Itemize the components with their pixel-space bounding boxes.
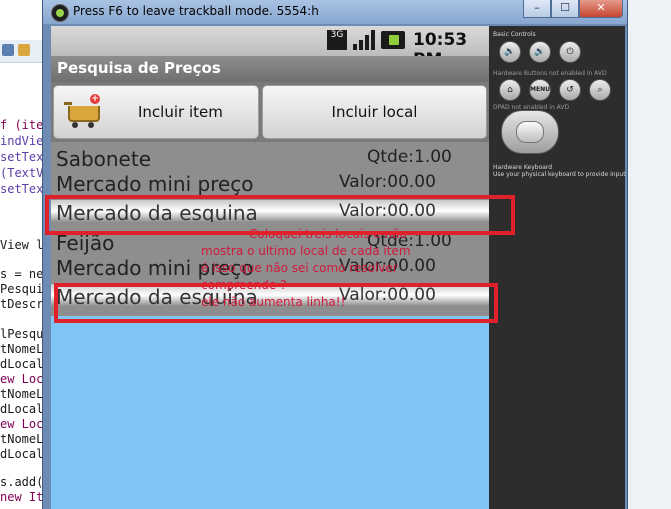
code-line: dLocal <box>0 402 44 416</box>
network-3g-icon: 3G <box>327 30 347 50</box>
window-title: Press F6 to leave trackball mode. 5554:h <box>73 4 319 18</box>
toolbar-icon[interactable] <box>18 44 30 56</box>
code-line: dLocal <box>0 357 44 371</box>
keyboard-heading: Hardware Keyboard <box>493 164 553 171</box>
code-line: lPesqu <box>0 327 44 341</box>
code-line: tNomeL <box>0 342 44 356</box>
code-line: dLocal <box>0 447 44 461</box>
code-line: indVie <box>0 134 44 148</box>
annotation-box <box>45 195 515 235</box>
include-item-label: Incluir item <box>138 103 223 121</box>
code-line: Pesqui <box>0 282 44 296</box>
window-controls: – ☐ ✕ <box>523 0 623 18</box>
list-item[interactable]: Sabonete Qtde:1.00 <box>51 146 489 172</box>
annotation-line: é isso que não sei como resolver <box>201 261 398 275</box>
battery-icon <box>381 31 405 49</box>
toolbar-icon[interactable] <box>2 44 14 56</box>
code-line: tNomeL <box>0 432 44 446</box>
code-line: (TextV <box>0 166 44 180</box>
emulator-app-icon <box>51 4 69 22</box>
annotation-box <box>54 283 498 323</box>
annotation-line: mostra o ultimo local de cada item <box>201 244 411 258</box>
cart-add-icon: + <box>64 94 102 128</box>
desktop-background <box>623 0 671 509</box>
status-bar: 3G 10:53 PM <box>51 26 489 70</box>
back-icon[interactable]: ↺ <box>559 79 581 101</box>
maximize-button[interactable]: ☐ <box>551 0 579 18</box>
basic-controls-heading: Basic Controls <box>493 31 536 38</box>
dpad-control[interactable] <box>501 110 559 154</box>
close-button[interactable]: ✕ <box>579 0 623 18</box>
code-line: s.add( <box>0 475 44 489</box>
home-icon[interactable]: ⌂ <box>499 79 521 101</box>
app-title-bar: Pesquisa de Preços <box>51 56 489 82</box>
code-line: tNomeL <box>0 387 44 401</box>
code-line: tDescr <box>0 297 44 311</box>
search-icon[interactable]: ⌕ <box>589 79 611 101</box>
keyboard-note: Use your physical keyboard to provide in… <box>493 171 626 178</box>
ide-toolbar <box>0 40 48 63</box>
app-title: Pesquisa de Preços <box>57 59 221 77</box>
code-line: ew Loc <box>0 417 44 431</box>
local-name: Mercado mini preço <box>56 172 254 196</box>
action-buttons: + Incluir item Incluir local <box>51 82 489 142</box>
volume-down-button[interactable]: 🔉 <box>499 41 521 63</box>
include-local-label: Incluir local <box>331 103 418 121</box>
local-row: Mercado mini preço Valor:00.00 <box>51 171 489 197</box>
menu-button[interactable]: MENU <box>529 79 551 101</box>
code-line: View l <box>0 238 44 252</box>
window-titlebar[interactable]: Press F6 to leave trackball mode. 5554:h… <box>43 0 627 24</box>
signal-icon <box>353 30 375 50</box>
code-line: s = ne <box>0 267 44 281</box>
code-line: ew Loc <box>0 372 44 386</box>
code-line: f (ite <box>0 118 44 132</box>
code-line: new It <box>0 490 44 504</box>
include-local-button[interactable]: Incluir local <box>262 85 487 139</box>
code-line: setTex <box>0 182 44 196</box>
include-item-button[interactable]: + Incluir item <box>53 85 259 139</box>
local-value: Valor:00.00 <box>339 172 436 192</box>
minimize-button[interactable]: – <box>523 0 551 18</box>
emulator-controls: Basic Controls 🔉 🔊 ⏻ Hardware Buttons no… <box>489 26 626 509</box>
dpad-center-button[interactable] <box>516 121 544 143</box>
ide-background: f (ite indVie setTex (TextV setTex View … <box>0 0 48 509</box>
item-quantity: Qtde:1.00 <box>367 147 452 167</box>
code-line: setTex <box>0 150 44 164</box>
volume-up-button[interactable]: 🔊 <box>529 41 551 63</box>
hw-buttons-note: Hardware Buttons not enabled in AVD <box>493 70 607 77</box>
emulator-window: Press F6 to leave trackball mode. 5554:h… <box>42 0 628 509</box>
power-button[interactable]: ⏻ <box>559 41 581 63</box>
item-name: Sabonete <box>56 147 152 171</box>
device-screen[interactable]: 3G 10:53 PM Pesquisa de Preços + Incluir… <box>51 26 489 509</box>
